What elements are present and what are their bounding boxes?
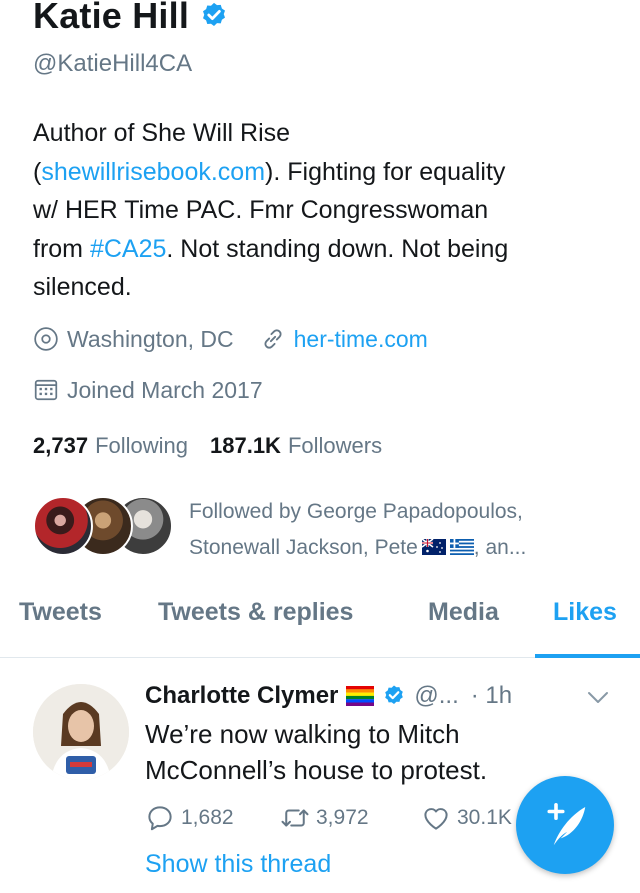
avatar-illustration [33,684,129,780]
followers-label: Followers [287,433,383,458]
followers-count: 187.1K [210,433,281,458]
tweet-text: We’re now walking to Mitch McConnell’s h… [145,716,565,788]
location-pin-icon [34,327,58,351]
active-tab-indicator [535,654,640,658]
followed-by-avatars [33,496,173,558]
joined-text: Joined March 2017 [67,376,263,403]
australia-flag-icon [421,539,446,555]
profile-website[interactable]: her-time.com [260,326,428,353]
profile-location: Washington, DC [33,326,234,353]
bio-line: w/ HER Time PAC. Fmr Congresswoman [33,196,489,224]
website-link[interactable]: her-time.com [294,326,428,353]
bio-line: from #CA25. Not standing down. Not being [33,230,613,269]
bio-line: (shewillrisebook.com). Fighting for equa… [33,153,613,192]
followers-count-link[interactable]: 187.1K Followers [210,433,382,459]
calendar-icon [34,379,58,401]
followed-by-text-part: , an... [473,536,527,559]
verified-badge-icon [203,2,226,26]
rainbow-flag-icon [346,686,375,706]
profile-joined: Joined March 2017 [33,373,263,407]
tab-likes[interactable]: Likes [553,598,617,627]
followed-by-section[interactable]: Followed by George Papadopoulos, Stonewa… [33,494,599,566]
followed-by-text: Followed by George Papadopoulos, Stonewa… [189,494,599,566]
bio-text: . Not standing down. Not being [166,234,509,263]
followed-by-text-part: Stonewall Jackson, Pete [189,536,418,559]
tweet-author-name[interactable]: Charlotte Clymer [145,682,338,710]
tab-tweets-and-replies[interactable]: Tweets & replies [158,598,353,627]
show-thread-link[interactable]: Show this thread [145,850,331,879]
link-icon [264,329,282,349]
followed-by-line: Followed by George Papadopoulos, [189,500,523,523]
follow-counts: 2,737 Following 187.1K Followers [33,430,382,462]
bio-line: Author of She Will Rise [33,119,291,147]
following-count: 2,737 [33,433,89,458]
bio-book-link[interactable]: shewillrisebook.com [41,158,265,186]
heart-icon [424,808,448,830]
greece-flag-icon [449,539,474,555]
profile-display-name: Katie Hill [33,0,190,36]
reply-icon [148,806,172,831]
profile-tabs: Tweets Tweets & replies Media Likes [0,584,640,658]
tab-media[interactable]: Media [428,598,499,627]
location-text: Washington, DC [67,325,234,352]
tweet-header: Charlotte Clymer @... · 1h [145,679,512,713]
tweet-author-handle[interactable]: @... [414,682,458,710]
tweet-author-avatar[interactable] [33,684,129,780]
profile-name-row: Katie Hill [33,0,229,40]
tweet-text-line: McConnell’s house to protest. [145,755,488,785]
tab-tweets[interactable]: Tweets [19,598,102,627]
profile-bio: Author of She Will Rise (shewillrisebook… [33,114,613,307]
chevron-down-icon[interactable] [585,685,611,709]
profile-handle: @KatieHill4CA [33,50,193,77]
retweet-button[interactable]: 3,972 [280,800,369,836]
following-label: Following [95,433,188,458]
retweet-icon [281,809,309,827]
reply-button[interactable]: 1,682 [145,800,234,836]
like-button[interactable]: 30.1K [421,800,512,836]
following-count-link[interactable]: 2,737 Following [33,433,188,459]
profile-meta-row: Washington, DC her-time.com [33,322,428,356]
compose-tweet-icon [547,802,586,846]
bio-text: from [33,234,90,263]
verified-badge-icon [385,685,404,704]
retweet-count: 3,972 [316,806,369,829]
compose-tweet-button[interactable] [516,776,614,874]
like-count: 30.1K [457,806,512,829]
reply-count: 1,682 [181,806,234,829]
avatar [33,496,93,556]
tweet-text-line: We’re now walking to Mitch [145,719,460,749]
tweet-timestamp[interactable]: · 1h [471,682,512,710]
bio-hashtag-link[interactable]: #CA25 [90,235,166,263]
followed-by-line: Stonewall Jackson, Pete , an... [189,530,599,566]
bio-line: silenced. [33,273,132,301]
bio-text: ). Fighting for equality [265,157,506,186]
